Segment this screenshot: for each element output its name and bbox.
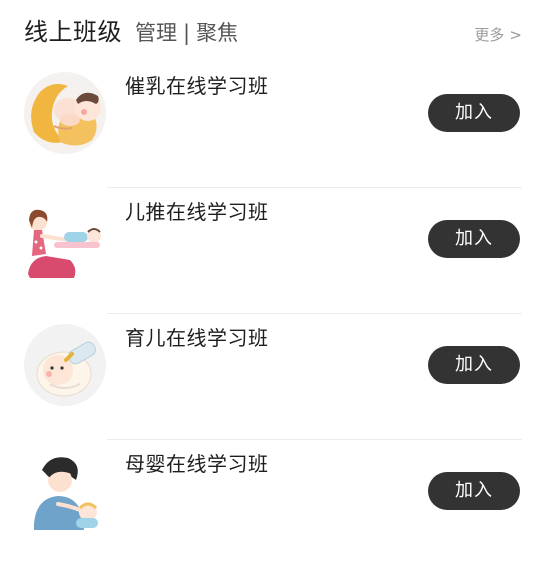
class-name: 母婴在线学习班	[125, 452, 269, 476]
section-title: 线上班级	[24, 18, 122, 46]
class-name: 催乳在线学习班	[125, 74, 269, 98]
focus-link[interactable]: 聚焦	[196, 17, 238, 49]
join-button[interactable]: 加入	[428, 472, 520, 510]
manage-link[interactable]: 管理	[135, 17, 177, 49]
class-name: 儿推在线学习班	[125, 200, 269, 224]
class-name: 育儿在线学习班	[125, 326, 269, 350]
class-list-item[interactable]: 催乳在线学习班 加入	[0, 62, 542, 188]
mother-baby-care-illustration-icon	[24, 450, 106, 532]
class-list-item[interactable]: 母婴在线学习班 加入	[0, 440, 542, 566]
join-button[interactable]: 加入	[428, 94, 520, 132]
baby-bottle-illustration-icon	[24, 324, 106, 406]
join-button[interactable]: 加入	[428, 220, 520, 258]
pediatric-massage-illustration-icon	[24, 198, 106, 280]
header-subtitle: 管理 | 聚焦	[135, 17, 238, 49]
more-link[interactable]: 更多 >	[474, 23, 522, 47]
class-list-item[interactable]: 儿推在线学习班 加入	[0, 188, 542, 314]
chevron-right-icon: >	[509, 26, 522, 44]
section-header: 线上班级 管理 | 聚焦 更多 >	[0, 0, 542, 62]
join-button[interactable]: 加入	[428, 346, 520, 384]
more-label: 更多	[474, 26, 505, 44]
class-list-item[interactable]: 育儿在线学习班 加入	[0, 314, 542, 440]
breastfeeding-mother-illustration-icon	[24, 72, 106, 154]
header-separator: |	[183, 21, 191, 45]
